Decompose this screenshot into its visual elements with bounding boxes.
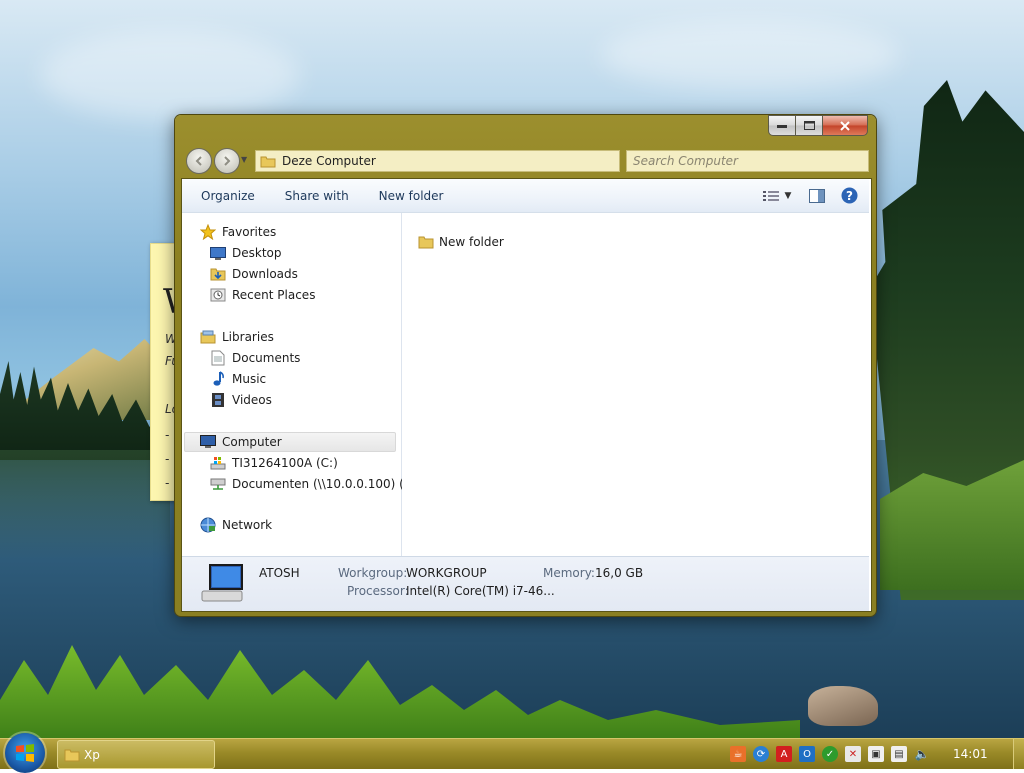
preview-pane-icon: [809, 188, 825, 203]
preview-pane-button[interactable]: [805, 185, 829, 207]
nav-network[interactable]: Network: [200, 515, 272, 535]
rock: [808, 686, 878, 726]
address-bar[interactable]: Deze Computer: [255, 150, 620, 172]
acrobat-icon[interactable]: A: [776, 746, 792, 762]
clock[interactable]: 14:01: [953, 747, 988, 761]
memory-value: 16,0 GB: [595, 566, 644, 580]
volume-icon[interactable]: 🔈: [914, 746, 930, 762]
taskbar-window-button[interactable]: Xp: [57, 740, 215, 769]
java-icon[interactable]: ☕: [730, 746, 746, 762]
film-strip-icon: [210, 392, 226, 408]
recent-places-icon: [210, 287, 226, 303]
usb-device-icon[interactable]: ▣: [868, 746, 884, 762]
help-icon: ?: [841, 187, 857, 204]
back-button[interactable]: [186, 148, 212, 174]
computer-large-icon: [201, 564, 243, 602]
computer-icon: [200, 434, 216, 450]
close-icon: [840, 120, 850, 131]
windows-logo-icon: [16, 744, 34, 762]
arrow-right-icon: [224, 156, 231, 166]
search-placeholder: Search Computer: [633, 154, 738, 168]
star-icon: [200, 224, 216, 240]
taskbar: Xp ☕ ⟳ A O ✓ ✕ ▣ ▤ 🔈 14:01: [0, 733, 1024, 773]
music-note-icon: [210, 371, 226, 387]
nav-libraries[interactable]: Libraries: [200, 327, 274, 347]
nav-network-drive-x[interactable]: Documenten (\\10.0.0.100) (X:): [210, 474, 421, 494]
nav-videos[interactable]: Videos: [210, 390, 272, 410]
help-button[interactable]: ?: [837, 185, 861, 207]
explorer-window: ▼ Deze Computer Search Computer Organize…: [175, 115, 876, 616]
search-box[interactable]: Search Computer: [626, 150, 869, 172]
nav-computer[interactable]: Computer: [184, 432, 396, 452]
share-with-button[interactable]: Share with: [270, 179, 364, 212]
chevron-down-icon: ▼: [784, 190, 792, 201]
libraries-icon: [200, 329, 216, 345]
folder-icon: [64, 749, 80, 761]
nav-documents[interactable]: Documents: [210, 348, 300, 368]
nav-drive-c[interactable]: TI31264100A (C:): [210, 453, 338, 473]
nav-favorites[interactable]: Favorites: [200, 222, 276, 242]
folder-icon: [260, 156, 276, 168]
network-icon: [200, 517, 216, 533]
file-list: New folder: [402, 213, 869, 556]
taskbar-window-label: Xp: [84, 747, 100, 762]
nav-music[interactable]: Music: [210, 369, 266, 389]
new-folder-button[interactable]: New folder: [364, 179, 459, 212]
maximize-icon: [803, 121, 815, 130]
minimize-button[interactable]: [768, 115, 796, 136]
start-button[interactable]: [5, 733, 45, 773]
details-pane: ATOSH Workgroup: WORKGROUP Memory: 16,0 …: [182, 556, 869, 611]
view-options-button[interactable]: ▼: [757, 185, 797, 207]
nav-downloads[interactable]: Downloads: [210, 264, 298, 284]
nav-recent-places[interactable]: Recent Places: [210, 285, 315, 305]
show-desktop-button[interactable]: [1013, 739, 1024, 769]
list-item[interactable]: New folder: [418, 234, 504, 250]
downloads-folder-icon: [210, 266, 226, 282]
minimize-icon: [777, 124, 787, 128]
svg-text:?: ?: [846, 189, 853, 203]
view-list-icon: [762, 190, 779, 201]
computer-name: ATOSH: [259, 566, 300, 580]
network-sync-icon[interactable]: ⟳: [753, 746, 769, 762]
memory-label: Memory:: [543, 566, 595, 580]
action-center-flag-icon[interactable]: ✕: [845, 746, 861, 762]
network-drive-icon: [210, 476, 226, 492]
navigation-pane: Favorites Desktop Downloads Recent Place…: [182, 213, 421, 556]
processor-value: Intel(R) Core(TM) i7-46...: [406, 584, 555, 598]
network-connection-icon[interactable]: ▤: [891, 746, 907, 762]
organize-button[interactable]: Organize: [182, 179, 270, 212]
recent-pages-dropdown[interactable]: ▼: [241, 155, 247, 164]
caption-buttons: [768, 115, 868, 136]
security-check-icon[interactable]: ✓: [822, 746, 838, 762]
outlook-icon[interactable]: O: [799, 746, 815, 762]
close-button[interactable]: [823, 115, 868, 136]
workgroup-value: WORKGROUP: [406, 566, 487, 580]
nav-desktop[interactable]: Desktop: [210, 243, 282, 263]
processor-label: Processor:: [347, 584, 409, 598]
desktop-icon: [210, 245, 226, 261]
arrow-left-icon: [195, 156, 202, 166]
maximize-button[interactable]: [796, 115, 823, 136]
forward-button[interactable]: [214, 148, 240, 174]
workgroup-label: Workgroup:: [338, 566, 408, 580]
windows-drive-icon: [210, 455, 226, 471]
documents-icon: [210, 350, 226, 366]
folder-icon: [418, 236, 434, 249]
system-tray: ☕ ⟳ A O ✓ ✕ ▣ ▤ 🔈: [730, 745, 937, 763]
address-path: Deze Computer: [282, 154, 376, 168]
command-bar: Organize Share with New folder ▼ ?: [182, 179, 869, 213]
